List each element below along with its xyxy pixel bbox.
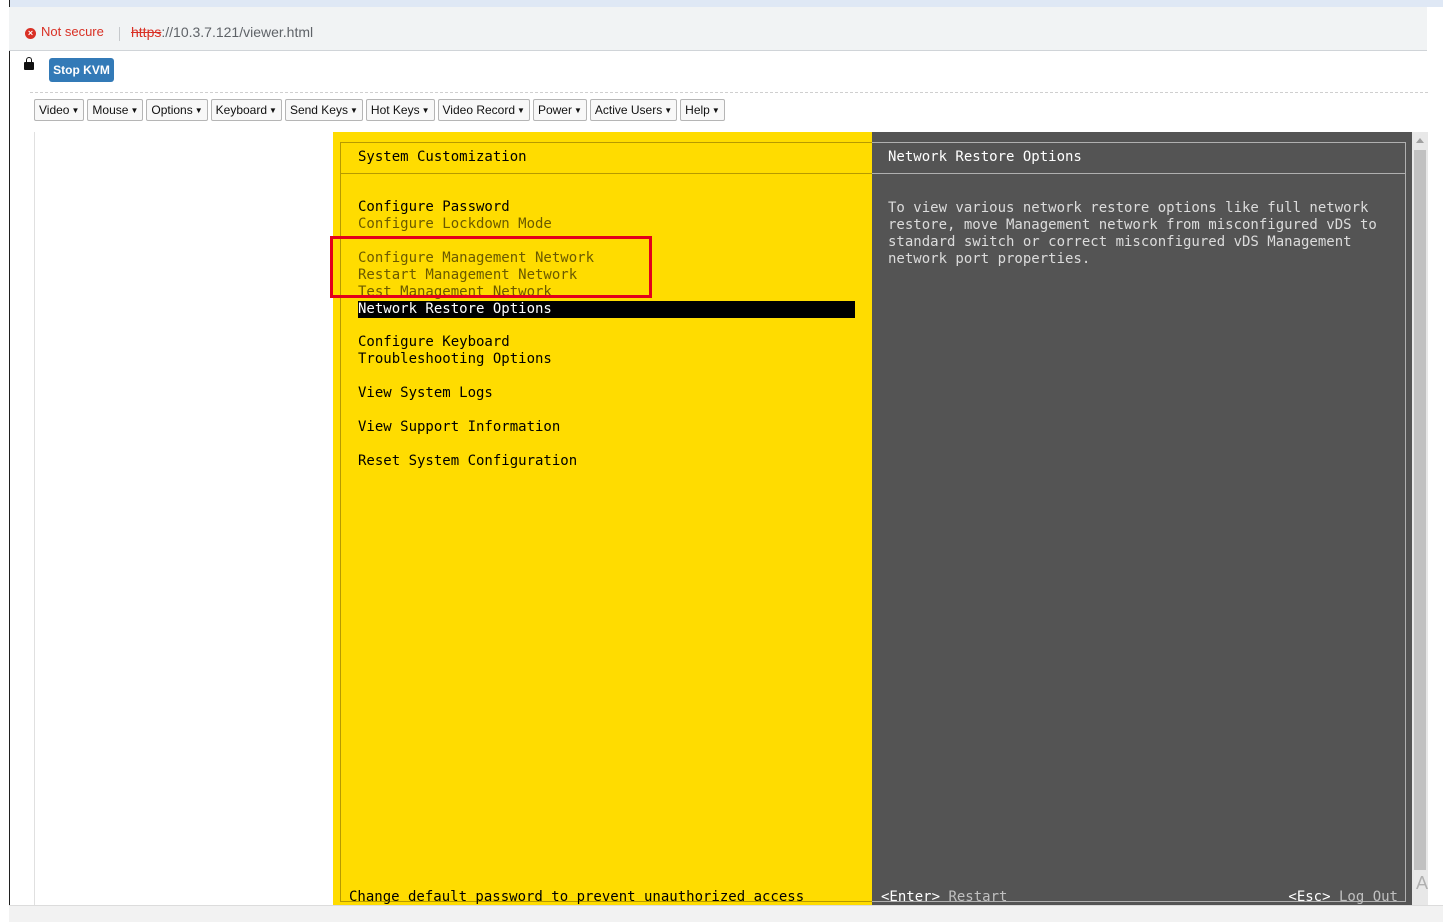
scroll-up-icon[interactable]: [1416, 138, 1424, 143]
menu-label: Hot Keys: [370, 103, 420, 117]
not-secure-icon[interactable]: ×: [25, 28, 36, 39]
panel-title: System Customization: [358, 149, 527, 165]
vertical-scrollbar[interactable]: A: [1412, 132, 1428, 905]
enter-hint: <Enter> Restart: [881, 889, 1007, 906]
address-separator: [119, 27, 120, 41]
menu-active-users[interactable]: Active Users ▼: [589, 99, 678, 121]
not-secure-label[interactable]: Not secure: [41, 24, 104, 39]
option-description: To view various network restore options …: [888, 200, 1377, 267]
dcui-description-panel: Network Restore Options To view various …: [872, 132, 1412, 905]
caret-down-icon: ▼: [130, 105, 139, 115]
status-message: Change default password to prevent unaut…: [349, 889, 805, 905]
menu-item-configure-password[interactable]: Configure Password: [358, 199, 510, 216]
menu-label: Keyboard: [215, 103, 268, 117]
menu-item-configure-lockdown-mode[interactable]: Configure Lockdown Mode: [358, 216, 552, 233]
window-bottom-strip: [9, 905, 1443, 922]
caret-down-icon: ▼: [517, 105, 525, 115]
enter-action: Restart: [948, 889, 1008, 905]
toolbar-divider: [30, 92, 1428, 93]
window-top-strip: [9, 0, 1443, 7]
menu-item-view-system-logs[interactable]: View System Logs: [358, 385, 493, 402]
menu-label: Send Keys: [289, 103, 348, 117]
text-size-icon: A: [1416, 873, 1429, 893]
esc-action: Log Out: [1338, 889, 1398, 905]
caret-down-icon: ▼: [269, 105, 277, 115]
menu-options[interactable]: Options ▼: [146, 99, 208, 121]
menu-power[interactable]: Power ▼: [532, 99, 587, 121]
menu-item-troubleshooting-options[interactable]: Troubleshooting Options: [358, 351, 552, 368]
menu-label: Active Users: [594, 103, 663, 117]
menu-item-network-restore-options[interactable]: Network Restore Options: [358, 301, 855, 318]
panel-header-divider: [872, 173, 1405, 174]
menu-item-reset-system-configuration[interactable]: Reset System Configuration: [358, 453, 577, 470]
menu-help[interactable]: Help ▼: [680, 99, 725, 121]
menu-video-record[interactable]: Video Record ▼: [437, 99, 530, 121]
lock-icon: [24, 57, 34, 70]
caret-down-icon: ▼: [573, 105, 582, 115]
menu-label: Options: [151, 103, 193, 117]
caret-down-icon: ▼: [71, 105, 80, 115]
caret-down-icon: ▼: [421, 105, 430, 115]
dcui-menu-panel[interactable]: System Customization Configure Password …: [330, 132, 873, 905]
caret-down-icon: ▼: [711, 105, 720, 115]
window-left-edge: [0, 0, 10, 921]
menu-hot-keys[interactable]: Hot Keys ▼: [365, 99, 435, 121]
menu-mouse[interactable]: Mouse ▼: [87, 99, 144, 121]
menu-item-view-support-information[interactable]: View Support Information: [358, 419, 560, 436]
menu-video[interactable]: Video ▼: [34, 99, 85, 121]
menu-label: Power: [537, 103, 572, 117]
stop-kvm-button[interactable]: Stop KVM: [49, 58, 114, 82]
panel-title: Network Restore Options: [888, 149, 1082, 165]
caret-down-icon: ▼: [194, 105, 203, 115]
menu-send-keys[interactable]: Send Keys ▼: [284, 99, 363, 121]
caret-down-icon: ▼: [349, 105, 358, 115]
menu-label: Help: [685, 103, 710, 117]
scrollbar-thumb[interactable]: [1414, 150, 1426, 870]
enter-key: <Enter>: [881, 889, 941, 905]
url-path: ://10.3.7.121/viewer.html: [161, 24, 314, 40]
url-scheme: https: [131, 24, 162, 40]
esc-key: <Esc>: [1288, 889, 1331, 905]
menu-label: Video: [39, 103, 70, 117]
viewer-blank-area: [34, 132, 334, 905]
kvm-menubar: Video ▼ Mouse ▼ Options ▼ Keyboard ▼ Send Ke…: [34, 99, 725, 121]
esc-hint: <Esc> Log Out: [1288, 889, 1398, 906]
menu-keyboard[interactable]: Keyboard ▼: [210, 99, 282, 121]
highlight-annotation-box: [330, 236, 652, 298]
menu-label: Video Record: [442, 103, 516, 117]
url-field[interactable]: https://10.3.7.121/viewer.html: [131, 24, 313, 40]
caret-down-icon: ▼: [664, 105, 673, 115]
menu-item-configure-keyboard[interactable]: Configure Keyboard: [358, 334, 510, 351]
panel-header-divider: [340, 173, 872, 174]
menu-label: Mouse: [92, 103, 129, 117]
address-bar: × Not secure https://10.3.7.121/viewer.h…: [9, 7, 1427, 51]
